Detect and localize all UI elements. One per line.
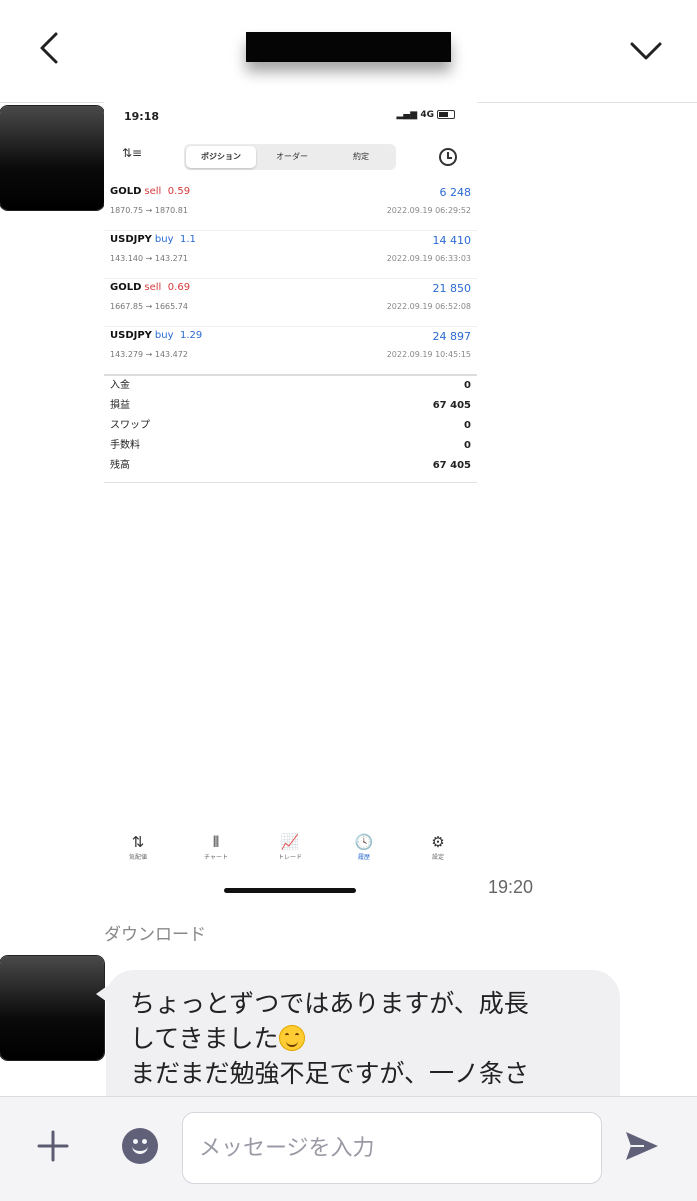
position-date: 2022.09.19 06:52:08 bbox=[386, 302, 471, 311]
tab-positions[interactable]: ポジション bbox=[186, 146, 256, 168]
nav-label: トレード bbox=[277, 854, 302, 861]
send-icon[interactable] bbox=[620, 1124, 664, 1168]
settings-icon: ⚙ bbox=[431, 833, 445, 851]
summary-label: 損益 bbox=[110, 400, 130, 411]
nav-label: 履歴 bbox=[357, 854, 370, 861]
position-lots: 1.1 bbox=[180, 234, 196, 245]
message-line-text: してきました bbox=[130, 1024, 279, 1053]
position-row[interactable]: GOLD sell 0.69 1667.85 → 1665.74 21 850 2… bbox=[104, 278, 477, 327]
status-indicators: ▂▄▆ 4G bbox=[396, 110, 455, 120]
nav-trade[interactable]: 📈 トレード bbox=[270, 832, 310, 861]
position-lots: 0.59 bbox=[167, 186, 191, 197]
position-profit: 21 850 bbox=[432, 282, 472, 295]
divider bbox=[104, 482, 477, 483]
summary-row: 残高 67 405 bbox=[104, 456, 477, 476]
position-lots: 0.69 bbox=[167, 282, 191, 293]
position-profit: 6 248 bbox=[439, 186, 472, 199]
download-link[interactable]: ダウンロード bbox=[104, 920, 206, 945]
summary-label: スワップ bbox=[110, 420, 150, 431]
sender-avatar[interactable] bbox=[0, 956, 104, 1060]
chart-icon: ⫴ bbox=[212, 833, 220, 851]
summary-value: 67 405 bbox=[432, 400, 471, 411]
position-lots: 1.29 bbox=[180, 330, 203, 341]
position-row[interactable]: GOLD sell 0.59 1870.75 → 1870.81 6 248 20… bbox=[104, 182, 477, 231]
tab-orders[interactable]: オーダー bbox=[258, 146, 326, 168]
nav-settings[interactable]: ⚙ 設定 bbox=[418, 832, 458, 861]
position-prices: 1870.75 → 1870.81 bbox=[110, 206, 188, 215]
chevron-down-icon[interactable] bbox=[626, 30, 666, 70]
position-prices: 143.140 → 143.271 bbox=[110, 254, 188, 263]
nav-history[interactable]: 🕓 履歴 bbox=[344, 832, 384, 861]
shared-screenshot-image[interactable]: 19:18 ▂▄▆ 4G ⇅≡ ポジション オーダー 約定 GOLD sell 0… bbox=[104, 102, 477, 902]
summary-label: 手数料 bbox=[110, 440, 140, 451]
position-row[interactable]: USDJPY buy 1.1 143.140 → 143.271 14 410 2… bbox=[104, 230, 477, 279]
position-side: sell bbox=[144, 282, 162, 293]
position-side: sell bbox=[144, 186, 162, 197]
summary-value: 0 bbox=[464, 420, 471, 431]
quotes-icon: ⇅ bbox=[131, 833, 145, 851]
position-profit: 14 410 bbox=[432, 234, 472, 247]
position-symbol: GOLD bbox=[110, 282, 142, 293]
position-date: 2022.09.19 06:33:03 bbox=[386, 254, 471, 263]
message-line: まだまだ勉強不足ですが、一ノ条さ bbox=[130, 1059, 530, 1088]
position-row[interactable]: USDJPY buy 1.29 143.279 → 143.472 24 897 … bbox=[104, 326, 477, 375]
back-arrow-icon[interactable] bbox=[30, 28, 70, 68]
summary-row: 入金 0 bbox=[104, 376, 477, 396]
summary-row: 損益 67 405 bbox=[104, 396, 477, 416]
history-icon: 🕓 bbox=[354, 833, 374, 851]
chat-title-redacted bbox=[246, 32, 451, 62]
message-line: してきました bbox=[130, 1021, 600, 1056]
app-bottom-nav: ⇅ 気配値 ⫴ チャート 📈 トレード 🕓 履歴 ⚙ 設定 bbox=[104, 832, 477, 872]
sticker-smile-icon[interactable] bbox=[122, 1128, 158, 1164]
summary-value: 0 bbox=[464, 380, 471, 391]
position-prices: 143.279 → 143.472 bbox=[110, 350, 188, 359]
message-line: ちょっとずつではありますが、成長 bbox=[130, 989, 529, 1018]
position-symbol: GOLD bbox=[110, 186, 142, 197]
tab-deals[interactable]: 約定 bbox=[328, 146, 394, 168]
message-time: 19:20 bbox=[488, 877, 534, 897]
message-input[interactable] bbox=[182, 1112, 602, 1184]
position-side: buy bbox=[154, 234, 174, 245]
plus-icon[interactable] bbox=[33, 1126, 73, 1166]
nav-label: 気配値 bbox=[128, 854, 147, 861]
summary-label: 入金 bbox=[110, 380, 130, 391]
summary-row: スワップ 0 bbox=[104, 416, 477, 436]
nav-chart[interactable]: ⫴ チャート bbox=[196, 832, 236, 861]
nav-quotes[interactable]: ⇅ 気配値 bbox=[118, 832, 158, 861]
position-prices: 1667.85 → 1665.74 bbox=[110, 302, 188, 311]
position-side: buy bbox=[154, 330, 174, 341]
summary-value: 0 bbox=[464, 440, 471, 451]
battery-icon bbox=[437, 110, 455, 119]
chat-header bbox=[0, 0, 697, 103]
account-summary: 入金 0 損益 67 405 スワップ 0 手数料 0 残高 67 405 bbox=[104, 374, 477, 476]
position-profit: 24 897 bbox=[432, 330, 472, 343]
summary-value: 67 405 bbox=[432, 460, 471, 471]
status-time: 19:18 bbox=[124, 110, 160, 123]
sender-avatar[interactable] bbox=[0, 106, 104, 210]
position-date: 2022.09.19 06:29:52 bbox=[386, 206, 471, 215]
nav-label: 設定 bbox=[431, 854, 444, 861]
history-clock-icon[interactable] bbox=[439, 148, 457, 166]
position-symbol: USDJPY bbox=[110, 330, 152, 341]
summary-label: 残高 bbox=[110, 460, 130, 471]
nav-label: チャート bbox=[204, 854, 228, 861]
summary-row: 手数料 0 bbox=[104, 436, 477, 456]
segmented-tabs: ポジション オーダー 約定 bbox=[184, 144, 396, 170]
smiling-face-emoji-icon bbox=[278, 1025, 305, 1051]
home-indicator bbox=[224, 888, 356, 893]
position-symbol: USDJPY bbox=[110, 234, 152, 245]
trade-icon: 📈 bbox=[280, 833, 300, 851]
message-text: ちょっとずつではありますが、成長 してきました まだまだ勉強不足ですが、一ノ条さ bbox=[130, 986, 600, 1091]
network-label: 4G bbox=[420, 110, 434, 120]
position-date: 2022.09.19 10:45:15 bbox=[386, 350, 471, 359]
sort-icon[interactable]: ⇅≡ bbox=[122, 146, 142, 160]
